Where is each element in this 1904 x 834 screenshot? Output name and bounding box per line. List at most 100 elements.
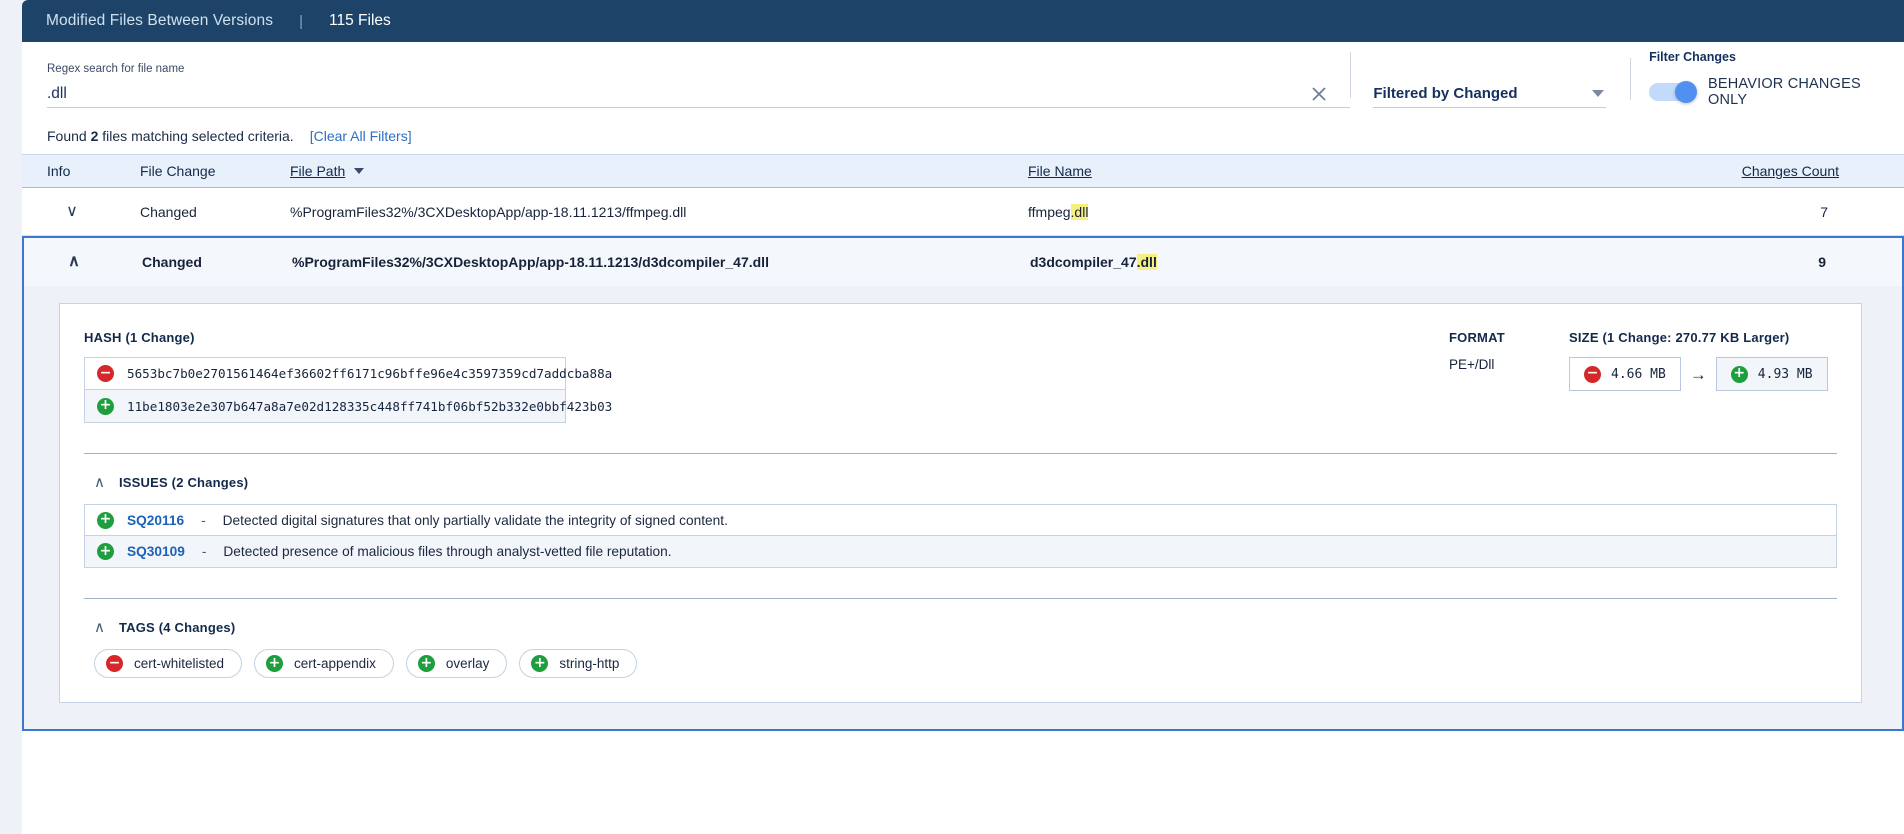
row-collapse-toggle[interactable]: ∧ [49, 254, 99, 270]
hash-diff-box: − 5653bc7b0e2701561464ef36602ff6171c96bf… [84, 357, 612, 423]
tag-chip[interactable]: − cert-whitelisted [94, 649, 243, 678]
hash-removed-value: 5653bc7b0e2701561464ef36602ff6171c96bffe… [127, 366, 613, 381]
search-underline [47, 82, 1351, 108]
size-section: SIZE (1 Change: 270.77 KB Larger) − 4.66… [1569, 330, 1837, 391]
list-item[interactable]: + SQ30109 - Detected presence of malicio… [85, 536, 1836, 567]
search-input[interactable] [47, 82, 1297, 106]
file-name-base: ffmpeg [1028, 203, 1071, 220]
row-file-change: Changed [142, 254, 202, 270]
file-name-match: .dll [1070, 203, 1089, 220]
row-file-change: Changed [140, 203, 197, 220]
arrow-right-icon: → [1689, 364, 1707, 384]
file-count-label: 115 Files [329, 12, 391, 29]
expanded-row-container: ∧ Changed %ProgramFiles32%/3CXDesktopApp… [22, 236, 1904, 731]
chevron-down-icon [1592, 90, 1605, 97]
row-file-path: %ProgramFiles32%/3CXDesktopApp/app-18.11… [292, 254, 769, 270]
hash-section: HASH (1 Change) − 5653bc7b0e2701561464ef… [84, 330, 612, 423]
chevron-up-icon: ∧ [94, 474, 105, 491]
search-field-group: Regex search for file name [47, 63, 1351, 118]
table-row[interactable]: ∧ Changed %ProgramFiles32%/3CXDesktopApp… [24, 238, 1902, 286]
row-changes-count: 7 [1820, 203, 1828, 220]
tag-label: overlay [445, 656, 490, 671]
filter-dropdown[interactable]: Filtered by Changed [1373, 80, 1607, 108]
plus-badge-icon: + [97, 511, 114, 529]
tag-chip[interactable]: + overlay [405, 649, 508, 678]
plus-badge-icon: + [531, 655, 549, 672]
tag-chip[interactable]: + cert-appendix [254, 649, 394, 678]
hash-section-title: HASH (1 Change) [84, 330, 195, 345]
column-header-info: Info [47, 163, 71, 179]
plus-badge-icon: + [97, 543, 114, 560]
tags-section-toggle[interactable]: ∧ TAGS (4 Changes) [94, 620, 1837, 635]
tags-list: − cert-whitelisted + cert-appendix + ove… [84, 649, 1837, 678]
found-count: 2 [90, 128, 99, 144]
file-name-match: .dll [1136, 254, 1157, 270]
close-x-icon[interactable] [1308, 83, 1330, 105]
content-card: Regex search for file name Filtered by C… [22, 42, 1904, 834]
tag-label: string-http [559, 656, 620, 671]
tag-chip[interactable]: + string-http [519, 649, 638, 678]
window-title-bar: Modified Files Between Versions | 115 Fi… [22, 0, 1904, 42]
tag-label: cert-whitelisted [134, 656, 225, 671]
chevron-up-icon: ∧ [94, 619, 105, 636]
column-header-changes-count-label: Changes Count [1741, 163, 1839, 179]
minus-badge-icon: − [1584, 365, 1601, 383]
results-text: Found 2 files matching selected criteria… [47, 128, 294, 144]
size-new-value: 4.93 MB [1757, 366, 1813, 382]
tags-section-title: TAGS (4 Changes) [118, 620, 236, 635]
chevron-up-icon: ∧ [68, 253, 80, 270]
row-expand-toggle[interactable]: ∨ [47, 203, 97, 220]
behavior-changes-label: BEHAVIOR CHANGES ONLY [1708, 76, 1861, 108]
issue-id-link[interactable]: SQ30109 [127, 544, 185, 559]
size-diff-row: − 4.66 MB → + 4.93 MB [1569, 357, 1837, 391]
table-row[interactable]: ∨ Changed %ProgramFiles32%/3CXDesktopApp… [22, 188, 1904, 236]
size-section-title: SIZE (1 Change: 270.77 KB Larger) [1569, 330, 1790, 345]
file-detail-panel: HASH (1 Change) − 5653bc7b0e2701561464ef… [59, 303, 1862, 703]
format-value: PE+/Dll [1449, 357, 1495, 372]
title-separator: | [299, 12, 304, 30]
list-item[interactable]: + SQ20116 - Detected digital signatures … [85, 505, 1836, 536]
page-title: Modified Files Between Versions [46, 12, 274, 29]
search-label: Regex search for file name [47, 63, 185, 75]
row-file-name: d3dcompiler_47.dll [1030, 254, 1157, 270]
minus-badge-icon: − [106, 655, 123, 672]
sort-desc-icon [354, 168, 365, 174]
plus-badge-icon: + [417, 655, 435, 672]
filter-dropdown-group[interactable]: Filtered by Changed [1351, 80, 1607, 118]
column-header-file-path-label: File Path [290, 163, 346, 179]
format-section: FORMAT PE+/Dll [1449, 330, 1569, 372]
plus-badge-icon: + [1730, 365, 1748, 383]
issue-id-link[interactable]: SQ20116 [127, 513, 184, 528]
size-old-box: − 4.66 MB [1569, 357, 1681, 391]
behavior-toggle-row: BEHAVIOR CHANGES ONLY [1649, 76, 1904, 108]
size-old-value: 4.66 MB [1611, 366, 1666, 382]
app-root: Modified Files Between Versions | 115 Fi… [0, 0, 1904, 834]
detail-top-section: HASH (1 Change) − 5653bc7b0e2701561464ef… [84, 330, 1837, 423]
filter-changes-caption: Filter Changes [1649, 50, 1736, 64]
filter-changes-group: Filter Changes BEHAVIOR CHANGES ONLY [1631, 50, 1904, 118]
hash-added-value: 11be1803e2e307b647a8a7e02d128335c448ff74… [127, 398, 613, 414]
issues-list: + SQ20116 - Detected digital signatures … [84, 504, 1837, 568]
issues-section-toggle[interactable]: ∧ ISSUES (2 Changes) [94, 475, 1837, 490]
issue-description: Detected presence of malicious files thr… [223, 544, 672, 559]
toggle-knob [1675, 81, 1698, 103]
column-header-file-name-label: File Name [1028, 163, 1092, 179]
row-file-name: ffmpeg.dll [1028, 203, 1089, 220]
found-prefix: Found [47, 128, 87, 144]
section-divider-2 [84, 598, 1837, 599]
clear-all-filters-link[interactable]: [Clear All Filters] [310, 128, 412, 144]
tag-label: cert-appendix [294, 656, 376, 671]
filter-dropdown-value: Filtered by Changed [1373, 85, 1518, 102]
behavior-changes-toggle[interactable] [1649, 81, 1698, 103]
plus-badge-icon: + [97, 397, 114, 415]
column-header-file-path[interactable]: File Path [290, 163, 365, 179]
row-changes-count: 9 [1818, 254, 1826, 270]
column-header-changes-count[interactable]: Changes Count [1742, 163, 1839, 179]
found-suffix: files matching selected criteria. [102, 128, 294, 144]
row-file-path: %ProgramFiles32%/3CXDesktopApp/app-18.11… [290, 203, 687, 220]
issue-description: Detected digital signatures that only pa… [222, 512, 728, 528]
table-header: Info File Change File Path File Name Cha… [22, 154, 1904, 188]
hash-removed-row: − 5653bc7b0e2701561464ef36602ff6171c96bf… [85, 358, 612, 390]
column-header-file-name[interactable]: File Name [1028, 163, 1092, 179]
column-header-file-change: File Change [140, 163, 216, 179]
